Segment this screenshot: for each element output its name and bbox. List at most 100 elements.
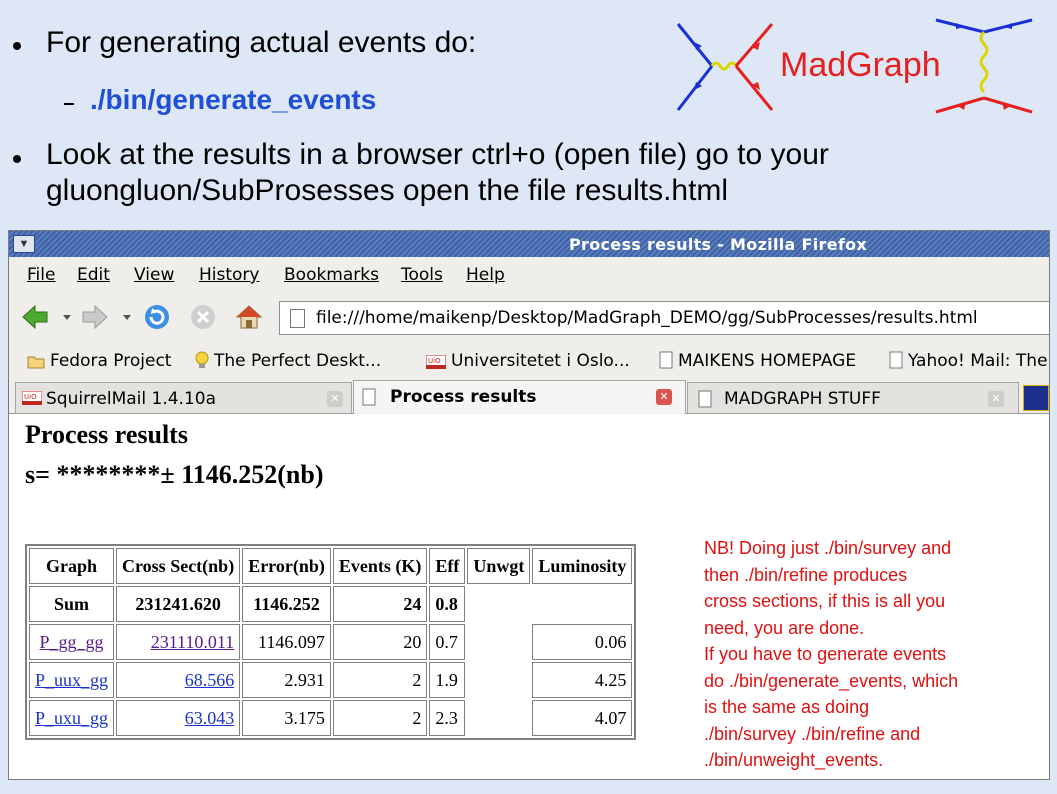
table-sum-row: Sum 231241.620 1146.252 24 0.8: [29, 586, 632, 622]
table-cell: 1.9: [429, 662, 466, 698]
tab-process-results[interactable]: Process results ✕: [353, 380, 686, 414]
page-icon: [659, 351, 673, 369]
results-table: Graph Cross Sect(nb) Error(nb) Events (K…: [25, 544, 637, 740]
menu-bookmarks[interactable]: Bookmarks: [284, 265, 379, 285]
note-line: ./bin/unweight_events.: [704, 750, 884, 770]
menu-tools[interactable]: Tools: [401, 265, 443, 285]
column-header: Eff: [429, 548, 466, 584]
table-cell: P_gg_gg: [29, 624, 115, 660]
page-icon: [698, 390, 712, 408]
bookmark-universitetet-oslo[interactable]: UiO Universitetet i Oslo...: [426, 351, 630, 371]
bookmark-perfect-desktop[interactable]: The Perfect Deskt...: [195, 351, 381, 371]
table-header-row: Graph Cross Sect(nb) Error(nb) Events (K…: [29, 548, 633, 584]
bookmark-label: MAIKENS HOMEPAGE: [678, 351, 857, 371]
table-cell: 0.06: [532, 624, 633, 660]
table-cell: 0.7: [429, 624, 466, 660]
graph-link[interactable]: P_uxu_gg: [35, 708, 108, 728]
bullet-dot: [13, 42, 21, 50]
table-cell: 1146.097: [242, 624, 331, 660]
menu-history[interactable]: History: [199, 265, 259, 285]
cross-section-link[interactable]: 63.043: [185, 708, 235, 728]
bullet-dot: [13, 155, 21, 163]
bookmark-label: The Perfect Deskt...: [214, 351, 382, 371]
lightbulb-icon: [195, 351, 209, 368]
page-icon: [362, 388, 376, 406]
tab-bar: UiO SquirrelMail 1.4.10a ✕ Process resul…: [9, 379, 1049, 414]
graph-link[interactable]: P_uux_gg: [35, 670, 108, 690]
menu-bar: File Edit View History Bookmarks Tools H…: [9, 257, 1049, 289]
note-line: then ./bin/refine produces: [704, 564, 908, 585]
table-cell: 4.07: [532, 700, 633, 736]
bookmark-maikens-homepage[interactable]: MAIKENS HOMEPAGE: [659, 351, 856, 371]
uio-icon: UiO: [22, 391, 42, 405]
table-cell: 63.043: [116, 700, 241, 736]
menu-tools-label: Tools: [401, 265, 443, 285]
bookmark-label: Universitetet i Oslo...: [451, 351, 630, 371]
tab-squirrelmail[interactable]: UiO SquirrelMail 1.4.10a ✕: [15, 382, 352, 413]
url-text: file:///home/maikenp/Desktop/MadGraph_DE…: [316, 308, 978, 328]
table-cell-empty: [467, 624, 530, 660]
column-header: Cross Sect(nb): [116, 548, 241, 584]
column-header: Graph: [29, 548, 115, 584]
madgraph-logo: MadGraph: [676, 18, 1033, 114]
tab-overflow-icon[interactable]: [1023, 385, 1049, 411]
graph-link[interactable]: P_gg_gg: [40, 632, 104, 652]
sub-bullet-dash: [64, 103, 74, 105]
page-icon: [889, 351, 903, 369]
table-cell-empty: [467, 662, 530, 698]
table-cell: 20: [332, 624, 428, 660]
table-cell: 2.3: [429, 700, 466, 736]
tab-label: MADGRAPH STUFF: [724, 389, 881, 409]
table-cell: 2: [332, 662, 428, 698]
menu-help-label: Help: [466, 265, 505, 285]
bookmark-fedora-project[interactable]: Fedora Project: [27, 351, 171, 371]
column-header: Luminosity: [532, 548, 633, 584]
url-input[interactable]: file:///home/maikenp/Desktop/MadGraph_DE…: [279, 301, 1049, 335]
menu-edit[interactable]: Edit: [77, 265, 110, 285]
svg-text:UiO: UiO: [24, 393, 37, 401]
window-titlebar[interactable]: ▼ Process results - Mozilla Firefox: [9, 231, 1049, 257]
menu-view[interactable]: View: [134, 265, 174, 285]
back-dropdown-icon[interactable]: [63, 315, 71, 321]
table-row: P_uxu_gg 63.043 3.175 2 2.3 4.07: [29, 700, 633, 736]
stop-icon[interactable]: [189, 303, 217, 331]
uio-icon: UiO: [426, 355, 446, 369]
table-cell: 1146.252: [242, 586, 331, 622]
forward-arrow-icon[interactable]: [81, 303, 109, 331]
table-cell: 231241.620: [116, 586, 241, 622]
table-cell: Sum: [29, 586, 115, 622]
bookmark-yahoo-mail[interactable]: Yahoo! Mail: The: [889, 351, 1048, 371]
tab-close-icon[interactable]: ✕: [656, 389, 672, 405]
tab-close-icon[interactable]: ✕: [327, 391, 343, 407]
note-line: If you have to generate events: [704, 644, 947, 664]
table-cell: 231110.011: [116, 624, 241, 660]
window-menu-button[interactable]: ▼: [13, 235, 35, 253]
menu-file-label: File: [27, 265, 56, 285]
table-cell: 3.175: [242, 700, 331, 736]
menu-file[interactable]: File: [27, 265, 55, 285]
table-row: P_gg_gg 231110.011 1146.097 20 0.7 0.06: [29, 624, 633, 660]
menu-help[interactable]: Help: [466, 265, 505, 285]
note-line: NB! Doing just ./bin/survey and: [704, 538, 952, 558]
table-row: P_uux_gg 68.566 2.931 2 1.9 4.25: [29, 662, 633, 698]
menu-bookmarks-label: Bookmarks: [284, 265, 379, 285]
table-cell: 68.566: [116, 662, 241, 698]
table-cell: 4.25: [532, 662, 633, 698]
reload-icon[interactable]: [143, 303, 171, 331]
column-header: Error(nb): [242, 548, 331, 584]
page-icon: [290, 309, 305, 328]
note-line: is the same as doing: [704, 697, 870, 717]
home-icon[interactable]: [235, 303, 263, 331]
forward-dropdown-icon[interactable]: [123, 315, 131, 321]
note-box: NB! Doing just ./bin/survey and then ./b…: [704, 535, 1049, 774]
note-line: cross sections, if this is all you: [704, 591, 946, 611]
bookmarks-toolbar: Fedora Project The Perfect Deskt... UiO U…: [9, 343, 1049, 377]
table-cell: P_uux_gg: [29, 662, 115, 698]
cross-section-link[interactable]: 231110.011: [151, 632, 235, 652]
back-arrow-icon[interactable]: [21, 303, 49, 331]
tab-madgraph-stuff[interactable]: MADGRAPH STUFF ✕: [687, 382, 1019, 413]
tab-close-icon[interactable]: ✕: [988, 391, 1004, 407]
cross-section-link[interactable]: 68.566: [185, 670, 235, 690]
bullet-generate-events: For generating actual events do:: [46, 26, 477, 59]
bookmark-label: Fedora Project: [50, 351, 172, 371]
